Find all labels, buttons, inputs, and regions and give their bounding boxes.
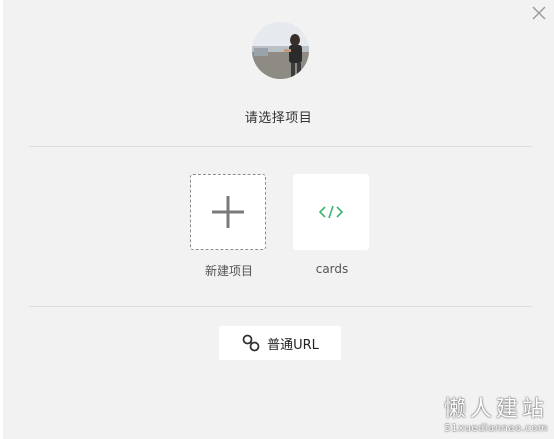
plain-url-label: 普通URL xyxy=(267,337,319,353)
divider xyxy=(29,146,532,147)
watermark-subtitle: 51xuediannao.com xyxy=(444,423,548,434)
plain-url-button[interactable]: 普通URL xyxy=(219,326,341,360)
link-icon xyxy=(242,334,260,352)
cards-project-tile[interactable] xyxy=(293,174,369,250)
watermark-title: 懒人建站 xyxy=(443,397,548,422)
divider xyxy=(29,306,532,307)
plus-icon xyxy=(212,196,244,228)
code-icon xyxy=(319,205,343,219)
new-project-label: 新建项目 xyxy=(204,264,253,278)
select-project-prompt: 请选择项目 xyxy=(244,111,313,126)
close-icon xyxy=(532,6,546,20)
project-item-cards[interactable]: cards xyxy=(293,174,371,276)
new-project-item[interactable]: 新建项目 xyxy=(190,174,268,279)
watermark: 懒人建站 51xuediannao.com xyxy=(444,397,548,435)
cards-project-label: cards xyxy=(315,262,349,276)
avatar-photo xyxy=(252,22,309,79)
project-select-dialog: 请选择项目 新建项目 cards 普通URL 懒人建站 51xuediannao… xyxy=(3,0,554,439)
close-button[interactable] xyxy=(530,4,548,22)
avatar[interactable] xyxy=(252,22,309,79)
new-project-tile[interactable] xyxy=(190,174,266,250)
